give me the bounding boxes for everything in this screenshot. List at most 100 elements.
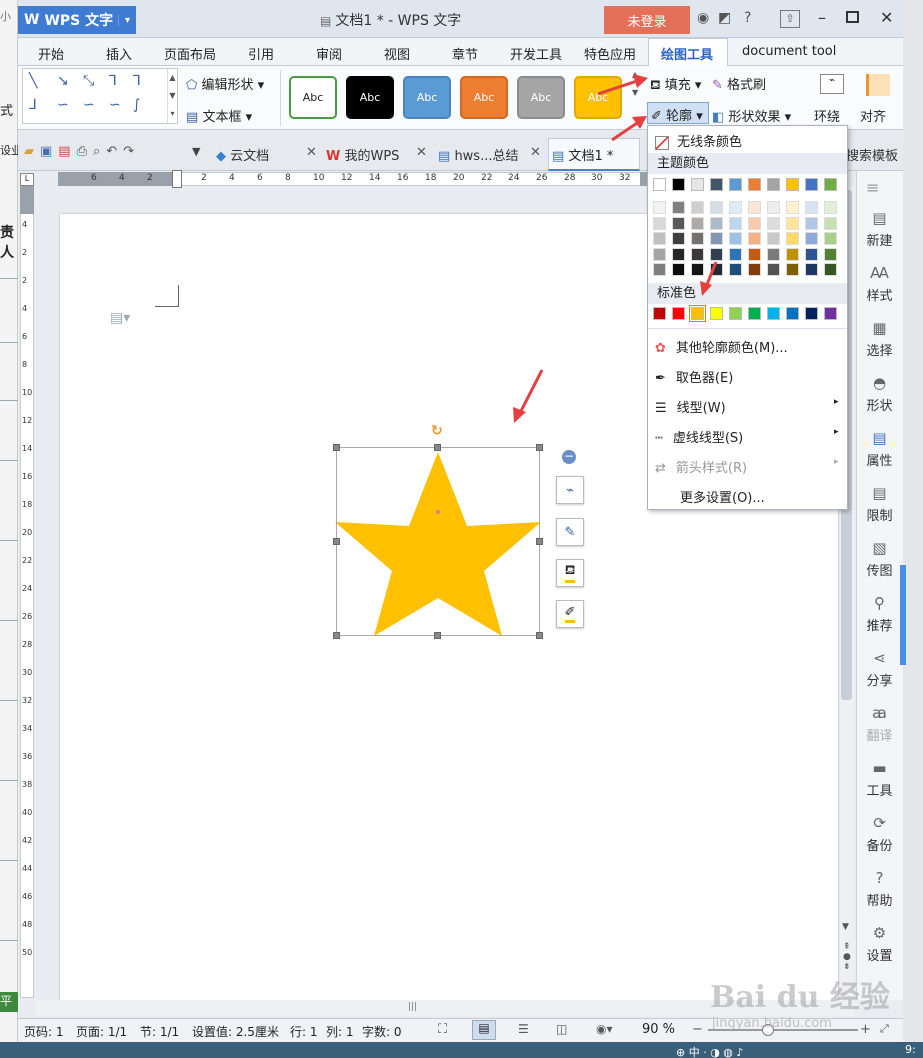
theme-shade-swatch[interactable] — [710, 263, 723, 276]
theme-color-swatch[interactable] — [653, 178, 666, 191]
sidebar-item-image-upload[interactable]: ▧ 传图 — [856, 539, 903, 579]
theme-shade-swatch[interactable] — [824, 201, 837, 214]
format-brush-button[interactable]: ✎ 格式刷 — [712, 74, 766, 93]
sidebar-item-style[interactable]: Ꜳ 样式 — [856, 264, 903, 304]
theme-color-swatch[interactable] — [786, 178, 799, 191]
standard-color-swatch[interactable] — [805, 307, 818, 320]
theme-shade-swatch[interactable] — [653, 247, 666, 261]
menu-item-view[interactable]: 视图 — [384, 44, 410, 63]
sidebar-menu-icon[interactable]: ≡ — [866, 178, 879, 197]
theme-shade-swatch[interactable] — [653, 232, 666, 245]
theme-shade-swatch[interactable] — [748, 247, 761, 261]
tab-hws-summary[interactable]: ▤ hws...总结 — [438, 145, 518, 164]
standard-color-swatch[interactable] — [710, 307, 723, 320]
theme-shade-swatch[interactable] — [710, 201, 723, 214]
resize-handle[interactable] — [434, 444, 441, 451]
theme-shade-swatch[interactable] — [786, 247, 799, 261]
resize-handle[interactable] — [434, 632, 441, 639]
no-line-color-option[interactable]: 无线条颜色 — [655, 131, 742, 150]
web-view-icon[interactable]: ◫ — [556, 1022, 567, 1036]
export-pdf-icon[interactable]: ▤ — [58, 144, 76, 159]
shape-style-swatch[interactable]: Abc — [574, 76, 622, 119]
print-icon[interactable]: ⎙ — [77, 144, 93, 159]
standard-color-swatch[interactable] — [689, 305, 706, 322]
style-gallery-scroll-icon[interactable]: ▲ ▼ — [632, 70, 642, 126]
theme-shade-swatch[interactable] — [748, 232, 761, 245]
line-type-option[interactable]: ☰ 线型(W) — [655, 397, 726, 416]
sidebar-item-toolbox[interactable]: ▬ 工具 — [856, 759, 903, 799]
outline-button[interactable]: ✐ 轮廓 ▾ — [647, 102, 709, 124]
theme-shade-swatch[interactable] — [691, 216, 704, 230]
theme-shade-swatch[interactable] — [805, 247, 818, 261]
resize-handle[interactable] — [333, 538, 340, 545]
outline-quick-button[interactable]: ✐ — [556, 600, 584, 628]
theme-shade-swatch[interactable] — [691, 232, 704, 245]
sidebar-item-help[interactable]: ? 帮助 — [856, 869, 903, 909]
tab-stop-selector[interactable]: L — [20, 173, 34, 186]
tray-icons[interactable]: ⊕ 中 · ◑ ◍ ♪ — [676, 1044, 743, 1058]
theme-shade-swatch[interactable] — [729, 216, 742, 230]
maximize-button[interactable] — [846, 11, 859, 23]
theme-shade-swatch[interactable] — [691, 201, 704, 214]
theme-shade-swatch[interactable] — [786, 216, 799, 230]
open-icon[interactable]: ▰ — [24, 144, 40, 159]
menu-item-review[interactable]: 审阅 — [316, 44, 342, 63]
theme-color-swatch[interactable] — [824, 178, 837, 191]
chevron-down-icon[interactable]: ▾ — [118, 14, 136, 26]
theme-shade-swatch[interactable] — [653, 263, 666, 276]
arrow-shape-icon[interactable]: ↘ — [57, 73, 69, 89]
line-shape-icon[interactable]: ╲ — [29, 73, 37, 89]
menu-item-insert[interactable]: 插入 — [106, 44, 132, 63]
undo-icon[interactable]: ↶ — [106, 144, 123, 159]
resize-handle[interactable] — [536, 538, 543, 545]
elbow-connector-icon[interactable]: ⅂ — [109, 73, 117, 89]
menu-item-chapter[interactable]: 章节 — [452, 44, 478, 63]
theme-shade-swatch[interactable] — [767, 216, 780, 230]
resize-handle[interactable] — [536, 632, 543, 639]
text-box-button[interactable]: ▤ 文本框 ▾ — [186, 106, 252, 125]
theme-shade-swatch[interactable] — [748, 263, 761, 276]
share-icon[interactable]: ◩ — [718, 10, 731, 26]
theme-color-swatch[interactable] — [748, 178, 761, 191]
theme-shade-swatch[interactable] — [767, 232, 780, 245]
close-button[interactable]: ✕ — [880, 8, 893, 27]
resize-handle[interactable] — [333, 632, 340, 639]
paste-options-icon[interactable]: ▤▾ — [110, 310, 130, 326]
sidebar-item-recommend[interactable]: ⚲ 推荐 — [856, 594, 903, 634]
theme-shade-swatch[interactable] — [824, 232, 837, 245]
theme-shade-swatch[interactable] — [786, 232, 799, 245]
fill-quick-button[interactable]: ⛾ — [556, 559, 584, 587]
theme-shade-swatch[interactable] — [691, 263, 704, 276]
theme-color-swatch[interactable] — [805, 178, 818, 191]
align-button[interactable]: 对齐 — [860, 106, 886, 125]
sidebar-item-translate[interactable]: ꜳ 翻译 — [856, 704, 903, 744]
standard-color-swatch[interactable] — [748, 307, 761, 320]
theme-shade-swatch[interactable] — [786, 201, 799, 214]
skin-icon[interactable]: ◉ — [697, 10, 709, 26]
tab-close-icon[interactable]: ✕ — [530, 145, 541, 160]
fit-window-icon[interactable]: ⤢ — [880, 1022, 889, 1036]
theme-color-swatch[interactable] — [710, 178, 723, 191]
standard-color-swatch[interactable] — [824, 307, 837, 320]
more-outline-colors-option[interactable]: ✿ 其他轮廓颜色(M)... — [655, 337, 788, 356]
theme-shade-swatch[interactable] — [729, 247, 742, 261]
standard-color-swatch[interactable] — [767, 307, 780, 320]
align-icon[interactable] — [866, 74, 890, 96]
minimize-button[interactable]: – — [818, 8, 826, 27]
theme-shade-swatch[interactable] — [767, 263, 780, 276]
wrap-icon[interactable]: ⌁ — [820, 74, 844, 94]
upload-icon[interactable]: ⇧ — [780, 10, 800, 28]
sidebar-toggle-tab[interactable] — [900, 565, 906, 665]
dash-type-option[interactable]: ┅ 虚线线型(S) — [655, 427, 743, 446]
theme-shade-swatch[interactable] — [672, 201, 685, 214]
fill-button[interactable]: ⛾ 填充 ▾ — [650, 74, 701, 95]
zoom-in-icon[interactable]: + — [860, 1022, 871, 1037]
menu-item-start[interactable]: 开始 — [38, 44, 64, 63]
shape-style-swatch[interactable]: Abc — [346, 76, 394, 119]
shape-style-swatch[interactable]: Abc — [403, 76, 451, 119]
line-shapes-gallery[interactable]: ╲ ↘ ⤡ ⅂ ⅂ ⅃ ∽ ∽ ∽ ∫ ▲ ▼ ▾ — [22, 68, 178, 124]
theme-shade-swatch[interactable] — [824, 247, 837, 261]
curve-connector-icon[interactable]: ∽ — [57, 97, 69, 113]
shape-style-swatch[interactable]: Abc — [517, 76, 565, 119]
sidebar-item-settings[interactable]: ⚙ 设置 — [856, 924, 903, 964]
